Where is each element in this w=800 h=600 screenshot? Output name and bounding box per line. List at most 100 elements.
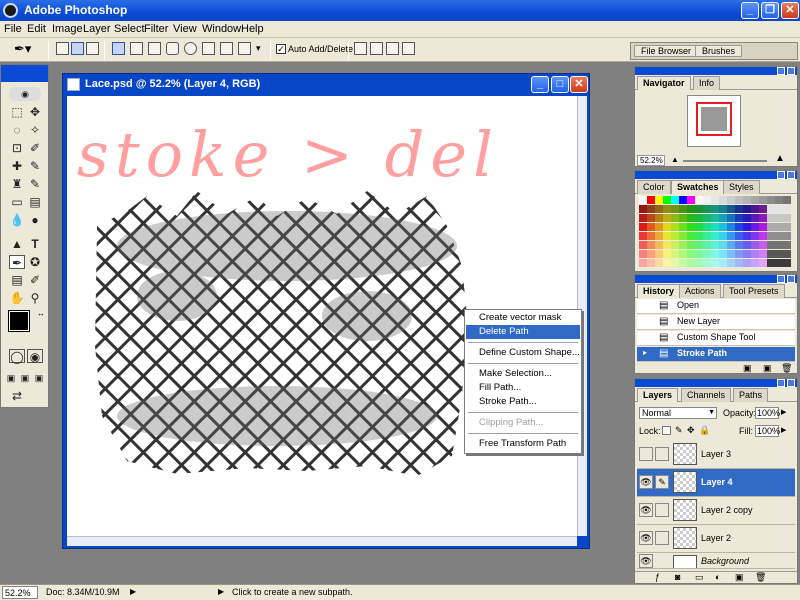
color-swatch[interactable] bbox=[695, 205, 703, 213]
doc-maximize-button[interactable]: □ bbox=[551, 76, 569, 93]
color-swatch[interactable] bbox=[759, 196, 767, 204]
standard-mode-icon[interactable]: ◯ bbox=[9, 349, 25, 364]
restore-button[interactable]: ❐ bbox=[761, 2, 779, 19]
tab-history[interactable]: History bbox=[637, 284, 681, 298]
color-swatch[interactable] bbox=[751, 241, 759, 249]
color-swatch[interactable] bbox=[671, 259, 679, 267]
color-swatch[interactable] bbox=[783, 250, 791, 258]
color-swatch[interactable] bbox=[679, 214, 687, 222]
color-swatch[interactable] bbox=[663, 214, 671, 222]
layer-row[interactable]: 👁 Layer 2 bbox=[637, 525, 795, 553]
color-swatch[interactable] bbox=[655, 196, 663, 204]
color-swatch[interactable] bbox=[695, 196, 703, 204]
layer-row[interactable]: 👁 Layer 2 copy bbox=[637, 497, 795, 525]
rounded-rectangle-icon[interactable] bbox=[166, 42, 179, 55]
color-swatch[interactable] bbox=[735, 232, 743, 240]
eyedropper-icon[interactable]: ✐ bbox=[27, 273, 43, 287]
doc-close-button[interactable]: ✕ bbox=[570, 76, 588, 93]
quick-mask-icon[interactable]: ◉ bbox=[27, 349, 43, 364]
layers-close-icon[interactable] bbox=[787, 379, 795, 387]
color-swatch[interactable] bbox=[663, 223, 671, 231]
layer-mask-icon[interactable]: ◙ bbox=[675, 572, 680, 582]
freeform-pen-icon[interactable] bbox=[130, 42, 143, 55]
color-swatch[interactable] bbox=[671, 232, 679, 240]
color-swatch[interactable] bbox=[743, 241, 751, 249]
color-swatch[interactable] bbox=[759, 241, 767, 249]
menu-item-free-transform-path[interactable]: Free Transform Path bbox=[466, 437, 580, 451]
color-swatch[interactable] bbox=[711, 250, 719, 258]
history-brush-icon[interactable]: ✎ bbox=[27, 177, 43, 191]
swatches-minimize-icon[interactable] bbox=[777, 171, 785, 179]
color-swatch[interactable] bbox=[711, 205, 719, 213]
color-swatch[interactable] bbox=[679, 205, 687, 213]
color-swatch[interactable] bbox=[727, 205, 735, 213]
lock-transparency-checkbox[interactable] bbox=[662, 426, 671, 435]
color-swatch[interactable] bbox=[647, 223, 655, 231]
color-swatch[interactable] bbox=[647, 214, 655, 222]
swap-colors-icon[interactable]: ↔ bbox=[37, 309, 45, 318]
type-icon[interactable]: T bbox=[27, 237, 43, 251]
color-swatch[interactable] bbox=[775, 214, 783, 222]
color-swatch[interactable] bbox=[711, 259, 719, 267]
toolbox-title-bar[interactable] bbox=[1, 65, 48, 82]
history-item-current[interactable]: ▸ ▤ Stroke Path bbox=[637, 347, 795, 362]
screen-mode-standard-icon[interactable]: ▣ bbox=[5, 371, 17, 385]
menu-file[interactable]: File bbox=[4, 23, 22, 35]
history-minimize-icon[interactable] bbox=[777, 275, 785, 283]
color-swatch[interactable] bbox=[687, 241, 695, 249]
color-swatch[interactable] bbox=[783, 232, 791, 240]
color-swatch[interactable] bbox=[735, 205, 743, 213]
foreground-color-swatch[interactable] bbox=[8, 310, 30, 332]
exclude-path-area-icon[interactable] bbox=[402, 42, 415, 55]
status-menu-icon[interactable]: ▶ bbox=[130, 587, 136, 596]
layer-row[interactable]: Layer 3 bbox=[637, 441, 795, 469]
color-swatch[interactable] bbox=[679, 223, 687, 231]
navigator-view-box[interactable] bbox=[696, 102, 732, 136]
minimize-button[interactable]: _ bbox=[741, 2, 759, 19]
color-swatch[interactable] bbox=[639, 250, 647, 258]
color-swatch[interactable] bbox=[759, 250, 767, 258]
history-item[interactable]: ▤ Open bbox=[637, 299, 795, 314]
navigator-close-icon[interactable] bbox=[787, 67, 795, 75]
color-swatch[interactable] bbox=[679, 250, 687, 258]
color-swatch[interactable] bbox=[703, 259, 711, 267]
color-swatch[interactable] bbox=[639, 205, 647, 213]
photoshop-eye-logo-icon[interactable]: ◉ bbox=[9, 87, 41, 101]
path-selection-icon[interactable]: ▲ bbox=[9, 237, 25, 251]
menu-filter[interactable]: Filter bbox=[144, 23, 168, 35]
app-title-bar[interactable]: Adobe Photoshop _ ❐ ✕ bbox=[0, 0, 800, 21]
paths-mode-icon[interactable] bbox=[71, 42, 84, 55]
color-swatch[interactable] bbox=[671, 196, 679, 204]
color-swatch[interactable] bbox=[783, 214, 791, 222]
zoom-out-icon[interactable]: ▲ bbox=[671, 155, 679, 164]
color-swatch[interactable] bbox=[687, 196, 695, 204]
new-set-icon[interactable]: ▭ bbox=[695, 572, 704, 583]
color-swatch[interactable] bbox=[671, 223, 679, 231]
move-icon[interactable]: ✥ bbox=[27, 105, 43, 119]
color-swatch[interactable] bbox=[735, 259, 743, 267]
color-swatch[interactable] bbox=[639, 196, 647, 204]
menu-window[interactable]: Window bbox=[202, 23, 241, 35]
color-swatch[interactable] bbox=[751, 223, 759, 231]
color-swatch[interactable] bbox=[663, 232, 671, 240]
color-swatch[interactable] bbox=[767, 241, 775, 249]
history-close-icon[interactable] bbox=[787, 275, 795, 283]
color-swatch[interactable] bbox=[655, 232, 663, 240]
color-swatch[interactable] bbox=[727, 223, 735, 231]
screen-mode-full-menu-icon[interactable]: ▣ bbox=[19, 371, 31, 385]
color-swatch[interactable] bbox=[719, 232, 727, 240]
auto-add-delete-checkbox[interactable]: ✓ bbox=[276, 44, 286, 54]
color-swatch[interactable] bbox=[767, 232, 775, 240]
color-swatch[interactable] bbox=[663, 250, 671, 258]
color-swatch[interactable] bbox=[703, 250, 711, 258]
fill-slider-icon[interactable]: ▶ bbox=[781, 426, 786, 434]
color-swatch[interactable] bbox=[639, 241, 647, 249]
history-item[interactable]: ▤ New Layer bbox=[637, 315, 795, 330]
color-swatch[interactable] bbox=[663, 259, 671, 267]
color-swatch[interactable] bbox=[655, 259, 663, 267]
color-swatch[interactable] bbox=[711, 223, 719, 231]
color-swatch[interactable] bbox=[743, 259, 751, 267]
zoom-in-icon[interactable]: ▲ bbox=[775, 153, 785, 164]
color-swatch[interactable] bbox=[759, 205, 767, 213]
color-swatch[interactable] bbox=[775, 223, 783, 231]
